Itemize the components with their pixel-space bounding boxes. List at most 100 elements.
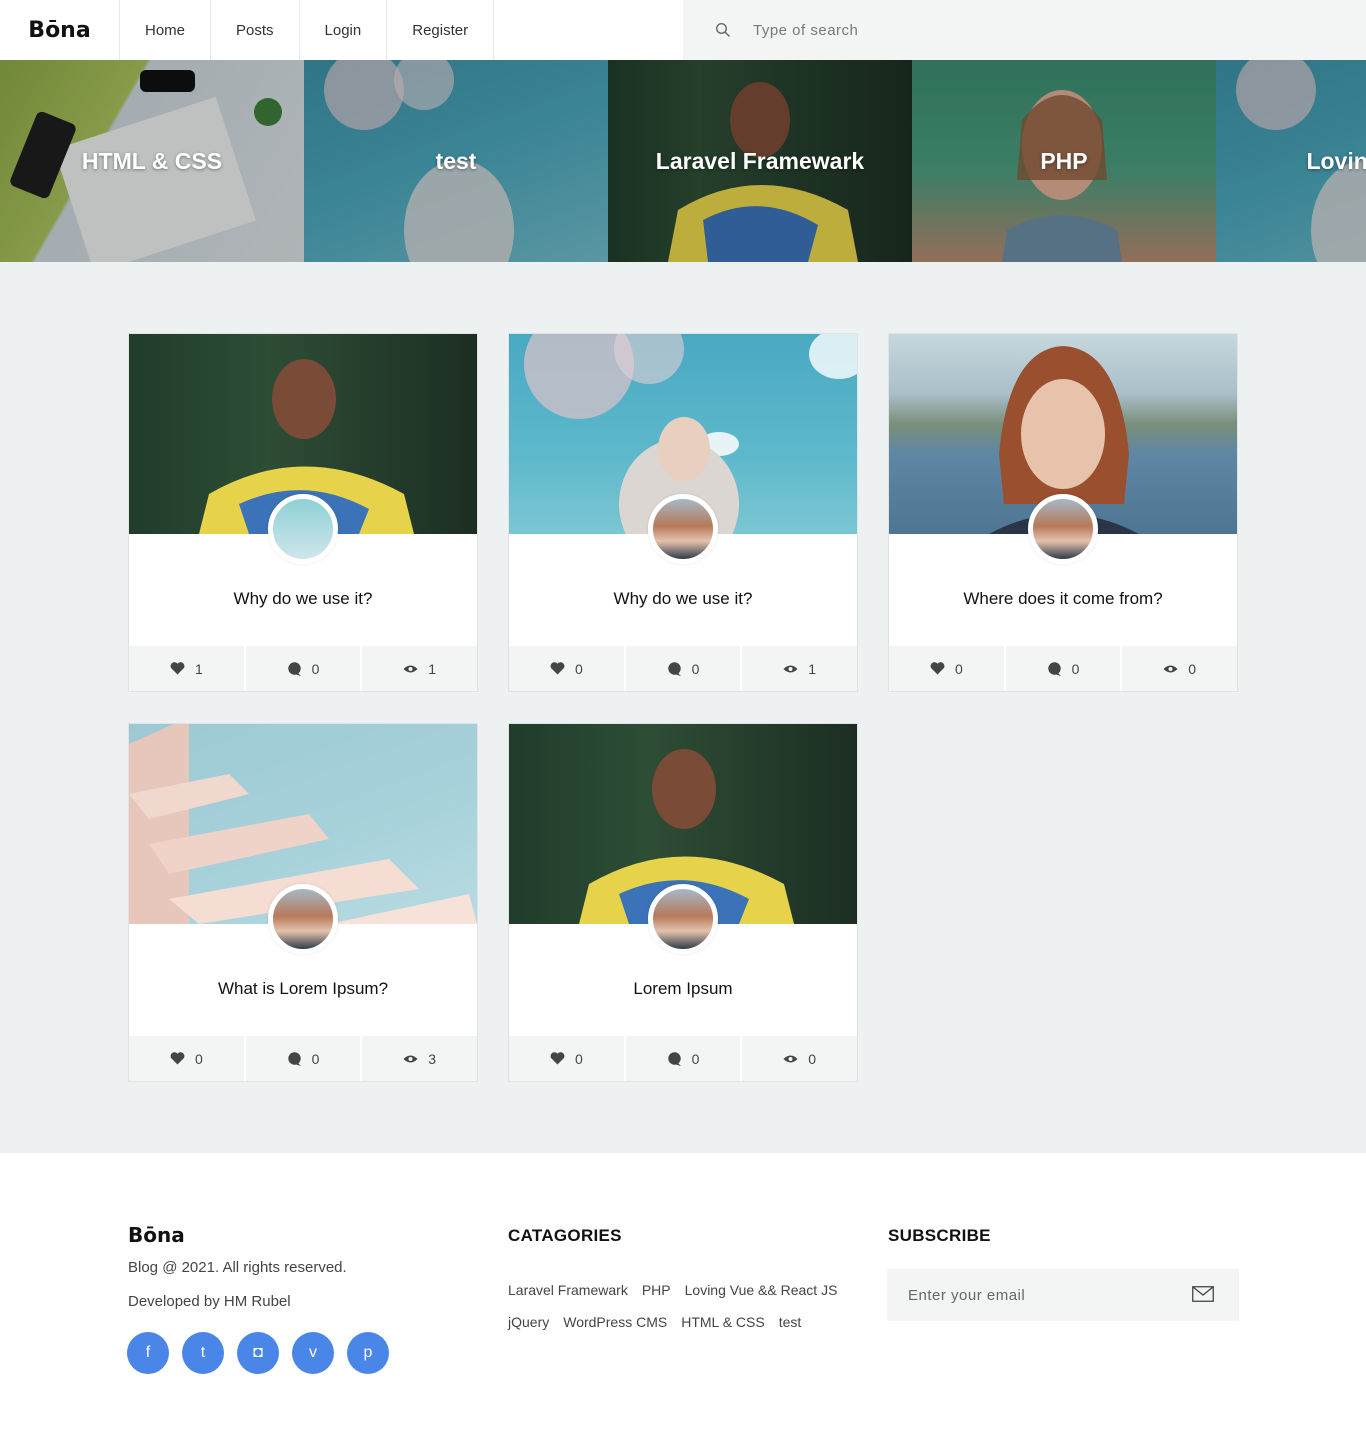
views-count: 0: [808, 1050, 817, 1067]
twitter-icon[interactable]: t: [182, 1332, 224, 1374]
nav-posts[interactable]: Posts: [211, 0, 300, 60]
author-avatar[interactable]: [648, 884, 718, 954]
category-slide-laravel[interactable]: Laravel Framewark: [608, 60, 912, 262]
heart-icon: [170, 1052, 185, 1065]
likes-stat[interactable]: 0: [509, 646, 626, 691]
likes-stat[interactable]: 0: [889, 646, 1006, 691]
category-list: Laravel Framewark PHP Loving Vue && Reac…: [508, 1281, 868, 1332]
eye-icon: [783, 665, 798, 672]
views-count: 3: [428, 1050, 437, 1067]
category-link[interactable]: jQuery: [508, 1313, 549, 1332]
author-avatar[interactable]: [268, 494, 338, 564]
views-count: 1: [428, 660, 437, 677]
category-label: test: [435, 147, 477, 174]
category-slide-test[interactable]: test: [304, 60, 608, 262]
eye-icon: [1163, 665, 1178, 672]
comment-icon: [287, 661, 301, 676]
comment-icon: [287, 1051, 301, 1066]
pinterest-icon[interactable]: p: [347, 1332, 389, 1374]
category-link[interactable]: Laravel Framewark: [508, 1281, 628, 1300]
post-card[interactable]: Where does it come from? 0 0 0: [888, 333, 1238, 692]
comments-stat[interactable]: 0: [246, 646, 363, 691]
post-card[interactable]: Lorem Ipsum 0 0 0: [508, 723, 858, 1082]
category-label: HTML & CSS: [81, 147, 223, 174]
envelope-icon[interactable]: [1192, 1286, 1214, 1302]
post-title[interactable]: Why do we use it?: [129, 589, 477, 609]
views-stat: 0: [1122, 646, 1237, 691]
post-stats: 0 0 1: [509, 646, 857, 691]
comments-stat[interactable]: 0: [626, 1036, 743, 1081]
post-card[interactable]: Why do we use it? 1 0 1: [128, 333, 478, 692]
category-slide-html-css[interactable]: HTML & CSS: [0, 60, 304, 262]
likes-count: 1: [194, 660, 203, 677]
category-link[interactable]: PHP: [642, 1281, 671, 1300]
vimeo-icon[interactable]: v: [292, 1332, 334, 1374]
likes-count: 0: [954, 660, 963, 677]
comments-count: 0: [1071, 660, 1080, 677]
developer-credit: Developed by HM Rubel: [128, 1293, 291, 1310]
subscribe-form: [887, 1269, 1239, 1321]
category-label: Loving Vue: [1306, 147, 1366, 174]
footer-logo[interactable]: Bōna: [128, 1223, 185, 1247]
post-card[interactable]: Why do we use it? 0 0 1: [508, 333, 858, 692]
nav-register[interactable]: Register: [387, 0, 495, 60]
views-stat: 3: [362, 1036, 477, 1081]
comment-icon: [1047, 661, 1061, 676]
eye-icon: [403, 665, 418, 672]
category-label: PHP: [1040, 147, 1088, 174]
copyright-text: Blog @ 2021. All rights reserved.: [128, 1259, 347, 1276]
comments-stat[interactable]: 0: [246, 1036, 363, 1081]
likes-stat[interactable]: 0: [129, 1036, 246, 1081]
heart-icon: [550, 662, 565, 675]
categories-heading: CATAGORIES: [508, 1226, 622, 1245]
comments-stat[interactable]: 0: [1006, 646, 1123, 691]
category-link[interactable]: WordPress CMS: [563, 1313, 667, 1332]
likes-stat[interactable]: 0: [509, 1036, 626, 1081]
likes-stat[interactable]: 1: [129, 646, 246, 691]
comments-count: 0: [311, 1050, 320, 1067]
post-card[interactable]: What is Lorem Ipsum? 0 0 3: [128, 723, 478, 1082]
comment-icon: [667, 661, 681, 676]
post-stats: 0 0 0: [509, 1036, 857, 1081]
category-slider: HTML & CSS test Laravel Framewark PHP Lo…: [0, 60, 1366, 262]
comments-stat[interactable]: 0: [626, 646, 743, 691]
posts-section: Why do we use it? 1 0 1 Why do we use it…: [0, 262, 1366, 1153]
views-count: 0: [1188, 660, 1197, 677]
category-link[interactable]: HTML & CSS: [681, 1313, 765, 1332]
likes-count: 0: [574, 1050, 583, 1067]
main-nav: Home Posts Login Register: [120, 0, 495, 60]
category-link[interactable]: Loving Vue && React JS: [685, 1281, 838, 1300]
comments-count: 0: [691, 660, 700, 677]
eye-icon: [783, 1055, 798, 1062]
nav-home[interactable]: Home: [120, 0, 212, 60]
heart-icon: [930, 662, 945, 675]
comments-count: 0: [691, 1050, 700, 1067]
author-avatar[interactable]: [648, 494, 718, 564]
views-stat: 1: [742, 646, 857, 691]
views-stat: 0: [742, 1036, 857, 1081]
post-title[interactable]: What is Lorem Ipsum?: [129, 979, 477, 999]
author-avatar[interactable]: [268, 884, 338, 954]
search-icon[interactable]: [715, 22, 731, 38]
site-logo[interactable]: Bōna: [0, 0, 120, 60]
social-links: f t ◘ v p: [127, 1332, 389, 1374]
facebook-icon[interactable]: f: [127, 1332, 169, 1374]
post-title[interactable]: Why do we use it?: [509, 589, 857, 609]
author-avatar[interactable]: [1028, 494, 1098, 564]
email-field[interactable]: [908, 1286, 1168, 1304]
likes-count: 0: [574, 660, 583, 677]
category-slide-loving-vue[interactable]: Loving Vue: [1216, 60, 1366, 262]
category-link[interactable]: test: [779, 1313, 802, 1332]
search-bar: [683, 0, 1366, 60]
instagram-icon[interactable]: ◘: [237, 1332, 279, 1374]
category-slide-php[interactable]: PHP: [912, 60, 1216, 262]
post-title[interactable]: Lorem Ipsum: [509, 979, 857, 999]
nav-login[interactable]: Login: [300, 0, 388, 60]
category-label: Laravel Framewark: [655, 147, 865, 174]
views-count: 1: [808, 660, 817, 677]
views-stat: 1: [362, 646, 477, 691]
search-input[interactable]: [753, 21, 1153, 39]
top-header: Bōna Home Posts Login Register: [0, 0, 1366, 60]
post-stats: 0 0 3: [129, 1036, 477, 1081]
post-title[interactable]: Where does it come from?: [889, 589, 1237, 609]
